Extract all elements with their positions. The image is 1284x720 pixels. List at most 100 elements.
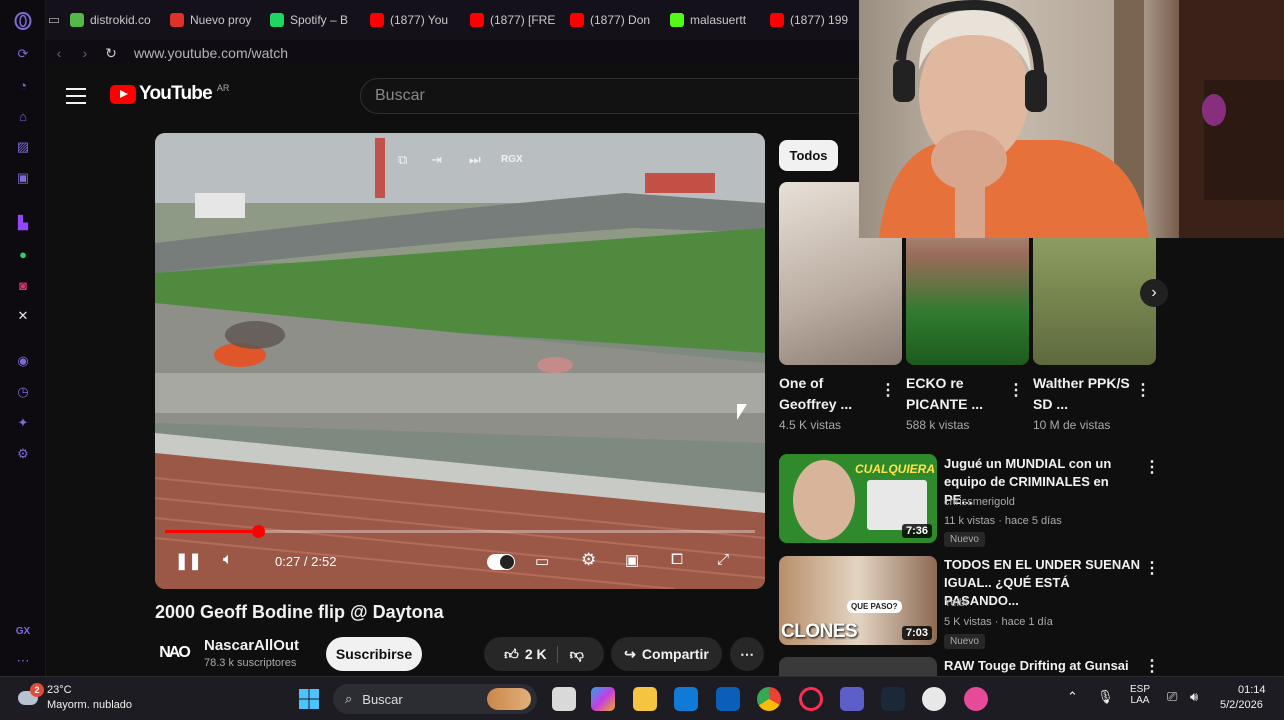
file-explorer-icon[interactable] — [633, 687, 657, 711]
share-button[interactable]: ↪ Compartir — [611, 637, 722, 671]
language-indicator[interactable]: ESP LAA — [1130, 684, 1150, 706]
more-actions-button[interactable]: ⋯ — [730, 637, 764, 671]
youtube-play-icon — [110, 84, 136, 104]
settings-gear-icon[interactable]: ⚙ — [581, 550, 596, 570]
settings-icon[interactable]: ⚙ — [14, 445, 32, 463]
steam-icon[interactable] — [881, 687, 905, 711]
browser-tab[interactable]: (1877) 199 — [762, 0, 862, 40]
url-field[interactable]: www.youtube.com/watch — [134, 45, 288, 61]
chip-todos[interactable]: Todos — [779, 140, 838, 171]
skip-overlay-icon[interactable]: ⏭ — [469, 152, 481, 168]
messenger-icon[interactable]: ▣ — [14, 169, 32, 187]
pause-icon[interactable]: ❚❚ — [175, 551, 202, 571]
theater-mode-icon[interactable]: ▣ — [625, 551, 639, 569]
progress-bar[interactable] — [165, 525, 755, 538]
fullscreen-icon[interactable]: ⤢ — [717, 551, 729, 568]
volume-icon[interactable]: 🔈︎ — [223, 551, 233, 569]
windows-start-icon[interactable] — [297, 687, 321, 711]
forward-icon[interactable]: › — [72, 45, 98, 61]
browser-tab[interactable]: Spotify – B — [262, 0, 362, 40]
short-menu-icon-3[interactable]: ⋮ — [1135, 380, 1151, 400]
tray-chevron-icon[interactable]: ⌃ — [1067, 689, 1078, 705]
refresh-icon[interactable]: ⟳ — [14, 45, 32, 63]
like-button[interactable]: 👍︎ 2 K — [504, 645, 558, 663]
copilot-icon[interactable] — [591, 687, 615, 711]
pip-icon[interactable]: ⇥ — [431, 152, 442, 168]
gx-control-icon[interactable]: ◔ — [14, 76, 32, 94]
reload-icon[interactable]: ↻ — [98, 45, 124, 62]
progress-scrubber[interactable] — [251, 525, 265, 538]
extensions-icon[interactable]: ✦ — [14, 414, 32, 432]
x-twitter-icon[interactable]: ✕ — [14, 307, 32, 325]
subscribe-button[interactable]: Suscribirse — [326, 637, 422, 671]
next-shorts-icon[interactable]: › — [1140, 279, 1168, 307]
tab-favicon-icon — [770, 13, 784, 27]
rec-menu-icon-3[interactable]: ⋮ — [1144, 656, 1160, 676]
channel-subscribers: 78.3 k suscriptores — [204, 657, 297, 669]
video-player[interactable]: ⧉ ⇥ ⏭ RGX ❚❚ 🔈︎ 0:27 / 2:52 ▭ ⚙ ▣ ⧠ ⤢ — [155, 133, 765, 589]
player-icon[interactable]: ◉ — [14, 352, 32, 370]
whatsapp-icon[interactable]: ● — [14, 245, 32, 263]
short-views-3: 10 M de vistas — [1033, 418, 1111, 432]
rec-title-3[interactable]: RAW Touge Drifting at Gunsai — [944, 657, 1140, 676]
ms-store-icon[interactable] — [716, 687, 740, 711]
chrome-icon[interactable] — [757, 687, 781, 711]
miniplayer-icon[interactable]: ⧉ — [398, 152, 407, 168]
task-view-icon[interactable] — [552, 687, 576, 711]
app-icon[interactable] — [964, 687, 988, 711]
rgx-label[interactable]: RGX — [501, 154, 523, 165]
back-icon[interactable]: ‹ — [46, 45, 72, 61]
subtitles-icon[interactable]: ▭ — [535, 552, 549, 570]
tab-label: Nuevo proy — [190, 13, 252, 27]
dislike-button[interactable]: 👎︎ — [564, 646, 584, 663]
taskbar-search[interactable]: ⌕ Buscar — [333, 684, 537, 714]
obs-icon[interactable] — [922, 687, 946, 711]
browser-tab[interactable]: distrokid.co — [62, 0, 162, 40]
microphone-icon[interactable]: 🎙︎ — [1097, 689, 1114, 705]
short-menu-icon-1[interactable]: ⋮ — [880, 380, 896, 400]
rec-thumb-bubble: QUE PASO? — [847, 600, 902, 613]
browser-tab[interactable]: (1877) [FRE — [462, 0, 562, 40]
browser-tab[interactable]: (1877) You — [362, 0, 462, 40]
cast-icon[interactable]: ⧠ — [671, 551, 683, 568]
short-title-3[interactable]: Walther PPK/S SD ... — [1033, 373, 1133, 415]
tab-menu-icon[interactable]: ▭ — [46, 12, 62, 28]
more-icon[interactable]: ⋯ — [14, 652, 32, 670]
gx-cleaner-icon[interactable]: ▨ — [14, 138, 32, 156]
browser-tab[interactable]: (1877) Don — [562, 0, 662, 40]
short-title-2[interactable]: ECKO re PICANTE ... — [906, 373, 1006, 415]
menu-icon[interactable] — [66, 88, 86, 104]
channel-name[interactable]: NascarAllOut — [204, 637, 299, 654]
rec-menu-icon-2[interactable]: ⋮ — [1144, 558, 1160, 578]
weather-widget[interactable]: 2 — [14, 683, 44, 713]
search-input[interactable]: Buscar — [360, 78, 862, 114]
twitch-icon[interactable]: ▙ — [14, 214, 32, 232]
browser-tab[interactable]: malasuertt — [662, 0, 762, 40]
rec-thumbnail-3[interactable] — [779, 657, 937, 676]
time-display: 0:27 / 2:52 — [275, 554, 337, 569]
short-menu-icon-2[interactable]: ⋮ — [1008, 380, 1024, 400]
teams-icon[interactable] — [840, 687, 864, 711]
opera-logo-icon[interactable] — [14, 12, 32, 30]
rec-menu-icon-1[interactable]: ⋮ — [1144, 457, 1160, 477]
webcam-overlay — [859, 0, 1284, 238]
autoplay-toggle[interactable] — [487, 554, 515, 570]
network-icon[interactable]: ⎚ — [1167, 689, 1177, 705]
gx-corner-icon[interactable]: ⌂ — [14, 107, 32, 125]
channel-avatar[interactable]: NAO — [157, 636, 191, 670]
browser-tab[interactable]: Nuevo proy — [162, 0, 262, 40]
speaker-icon[interactable]: 🔊︎ — [1190, 689, 1198, 705]
rec-thumbnail-1[interactable]: CUALQUIERA 7:36 — [779, 454, 937, 543]
clock-time[interactable]: 01:14 — [1238, 684, 1266, 696]
instagram-icon[interactable]: ◙ — [14, 276, 32, 294]
rec-channel-1[interactable]: chrissmerigold — [944, 496, 1015, 508]
history-icon[interactable]: ◷ — [14, 383, 32, 401]
outlook-icon[interactable] — [674, 687, 698, 711]
short-title-1[interactable]: One of Geoffrey ... — [779, 373, 879, 415]
rec-channel-2[interactable]: Yeibi — [944, 597, 967, 609]
clock-date[interactable]: 5/2/2026 — [1220, 699, 1263, 711]
rec-thumbnail-2[interactable]: QUE PASO? CLONES 7:03 — [779, 556, 937, 645]
opera-gx-taskbar-icon[interactable] — [799, 687, 823, 711]
rec-title-2[interactable]: TODOS EN EL UNDER SUENAN IGUAL.. ¿QUÉ ES… — [944, 556, 1140, 610]
youtube-logo[interactable]: YouTube AR — [110, 83, 229, 105]
